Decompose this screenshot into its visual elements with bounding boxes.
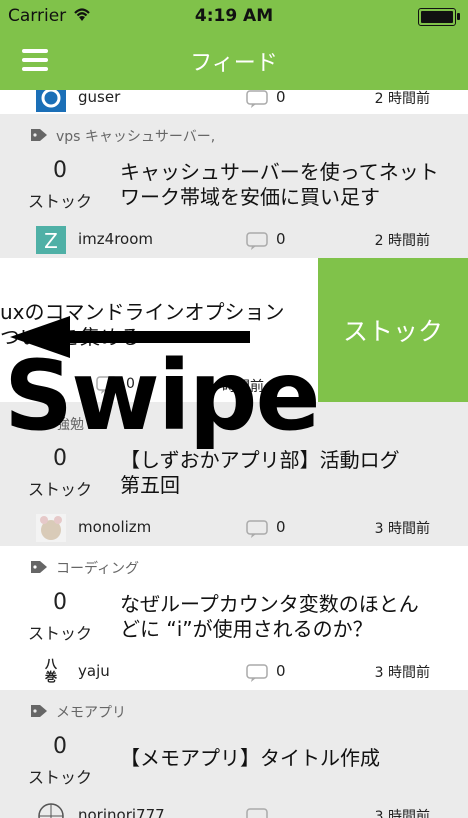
tag-icon	[30, 704, 48, 722]
username[interactable]: norinori777	[78, 806, 165, 818]
comment-icon	[246, 90, 270, 108]
avatar[interactable]	[36, 514, 66, 542]
tag-text: メモアプリ	[56, 705, 126, 721]
time-ago: 3 時間前	[374, 809, 430, 818]
tag-line: コーディング	[30, 558, 139, 578]
avatar[interactable]	[36, 802, 66, 818]
list-item[interactable]: コーディング 0 ストック なぜループカウンタ変数のほとん どに “i”が使用さ…	[0, 546, 468, 690]
comment-icon	[246, 664, 270, 682]
list-item[interactable]: メモアプリ 0 ストック 【メモアプリ】タイトル作成 norinori777 3…	[0, 690, 468, 818]
time-ago: 3 時間前	[374, 665, 430, 681]
feed-list[interactable]: guser 0 2 時間前 vps キャッシュサーバー, 0 ストック キャッシ…	[0, 90, 468, 818]
username[interactable]: yaju	[78, 662, 110, 680]
list-item[interactable]: vps キャッシュサーバー, 0 ストック キャッシュサーバーを使ってネットワー…	[0, 114, 468, 258]
article-title[interactable]: 【メモアプリ】タイトル作成	[120, 746, 450, 771]
article-title[interactable]: キャッシュサーバーを使ってネットワーク帯域を安価に買い足す	[120, 160, 450, 210]
avatar[interactable]: Z	[36, 226, 66, 254]
tag-line: メモアプリ	[30, 702, 126, 722]
item-meta: guser 0 2 時間前	[0, 90, 468, 114]
tag-text: コーディング	[56, 561, 140, 577]
stock-label: ストック	[28, 624, 93, 643]
stock-label: ストック	[28, 480, 93, 499]
stock-count: 0	[53, 590, 67, 615]
time-ago: 3 時間前	[374, 521, 430, 537]
item-meta: monolizm 0 3 時間前	[0, 512, 468, 544]
comment-count: 0	[276, 90, 286, 106]
svg-text:Z: Z	[44, 229, 58, 253]
stock-action-button[interactable]: ストック	[318, 258, 468, 402]
list-item[interactable]: guser 0 2 時間前	[0, 90, 468, 114]
comment-count: 0	[276, 230, 286, 248]
battery-icon	[418, 8, 460, 26]
username[interactable]: imz4room	[78, 230, 153, 248]
time-ago: 2 時間前	[374, 91, 430, 107]
tag-icon	[30, 560, 48, 578]
article-title[interactable]: なぜループカウンタ変数のほとん どに “i”が使用されるのか？	[120, 592, 450, 642]
tag-icon	[30, 128, 48, 146]
avatar[interactable]: 八 巻	[36, 658, 66, 686]
article-title[interactable]: 【しずおかアプリ部】活動ログ 第五回	[120, 448, 450, 498]
stock-count: 0	[53, 158, 67, 183]
item-meta: norinori777 3 時間前	[0, 800, 468, 818]
title-line: 第五回	[120, 473, 180, 497]
stock-count: 0	[53, 734, 67, 759]
swipe-overlay-text: Swipe	[4, 340, 321, 452]
status-time: 4:19 AM	[194, 6, 274, 26]
comment-count: 0	[276, 518, 286, 536]
status-bar: Carrier 4:19 AM	[0, 0, 468, 32]
comment-icon	[246, 520, 270, 538]
comment-icon	[246, 808, 270, 818]
username[interactable]: monolizm	[78, 518, 151, 536]
nav-bar: フィード	[0, 32, 468, 90]
comment-count: 0	[276, 662, 286, 680]
item-meta: 八 巻 yaju 0 3 時間前	[0, 656, 468, 688]
tag-line: vps キャッシュサーバー,	[30, 126, 215, 146]
stock-label: ストック	[28, 768, 93, 787]
tag-text: vps キャッシュサーバー,	[56, 129, 216, 145]
stock-label: ストック	[28, 192, 93, 211]
time-ago: 2 時間前	[374, 233, 430, 249]
title-line: なぜループカウンタ変数のほとん	[120, 592, 419, 616]
item-meta: Z imz4room 0 2 時間前	[0, 224, 468, 256]
avatar[interactable]	[36, 90, 66, 112]
nav-title: フィード	[190, 51, 278, 76]
title-line: どに “i”が使用されるのか？	[120, 617, 373, 641]
username[interactable]: guser	[78, 90, 120, 106]
comment-icon	[246, 232, 270, 250]
